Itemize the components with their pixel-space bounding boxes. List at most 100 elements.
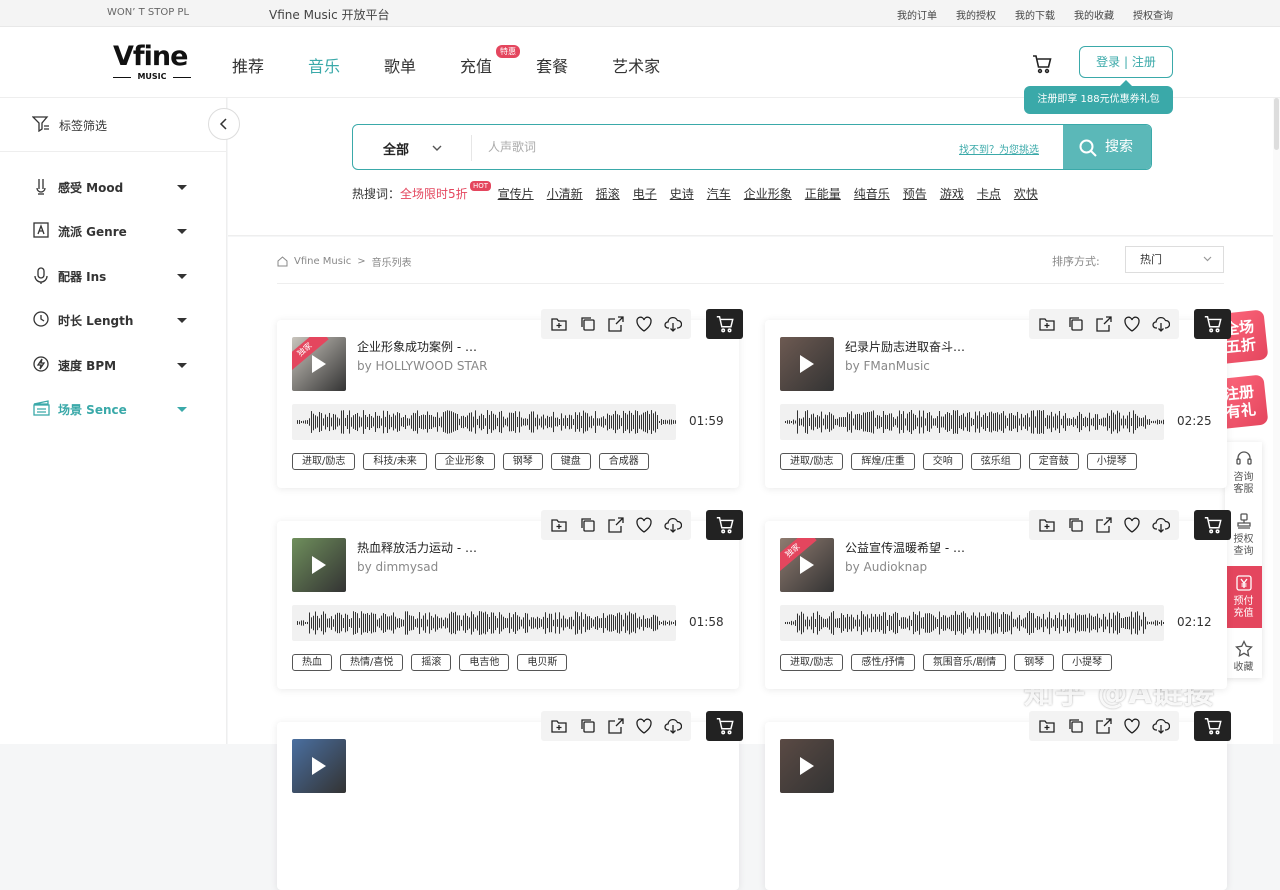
play-icon[interactable] (800, 757, 814, 775)
add-to-cart-button[interactable] (706, 510, 743, 540)
hot-keyword[interactable]: 史诗 (670, 185, 694, 202)
tag-chip[interactable]: 热血 (292, 654, 332, 671)
tag-chip[interactable]: 摇滚 (411, 654, 452, 671)
tag-chip[interactable]: 热情/喜悦 (340, 654, 404, 671)
sidebar-item-length[interactable]: 时长 Length (0, 305, 227, 335)
page-scrollbar[interactable] (1273, 98, 1280, 744)
chevron-down-icon[interactable] (431, 139, 443, 158)
hot-keyword[interactable]: 欢快 (1014, 185, 1038, 202)
favorites-button[interactable]: 收藏 (1225, 632, 1262, 678)
share-icon[interactable] (607, 516, 625, 534)
track-card[interactable] (765, 711, 1231, 890)
my-favorites-link[interactable]: 我的收藏 (1074, 7, 1114, 22)
heart-icon[interactable] (1123, 717, 1141, 735)
heart-icon[interactable] (635, 315, 653, 333)
sidebar-item-genre[interactable]: 流派 Genre (0, 216, 227, 246)
heart-icon[interactable] (635, 717, 653, 735)
waveform[interactable] (780, 404, 1164, 440)
share-icon[interactable] (1095, 717, 1113, 735)
hot-keyword[interactable]: 纯音乐 (854, 185, 890, 202)
tag-chip[interactable]: 钢琴 (502, 453, 543, 470)
search-input[interactable] (488, 125, 928, 169)
tag-chip[interactable]: 企业形象 (434, 453, 495, 470)
tag-chip[interactable]: 钢琴 (1014, 654, 1055, 671)
prepaid-recharge-button[interactable]: 预付充值 (1225, 566, 1262, 628)
play-icon[interactable] (312, 355, 326, 373)
search-button[interactable]: 搜索 (1063, 125, 1151, 169)
hot-keyword[interactable]: 预告 (903, 185, 927, 202)
tag-chip[interactable]: 定音鼓 (1028, 453, 1079, 470)
customer-service-button[interactable]: 咨询客服 (1225, 442, 1262, 504)
track-card[interactable]: 独家 公益宣传温暖希望 - … by Audioknap 02:12 进取/励志 感性/抒… (765, 510, 1231, 689)
hot-keyword[interactable]: 正能量 (805, 185, 841, 202)
add-to-cart-button[interactable] (1194, 309, 1231, 339)
nav-artists[interactable]: 艺术家 (612, 53, 660, 77)
category-select[interactable]: 全部 (383, 139, 409, 158)
add-to-folder-icon[interactable] (1038, 717, 1056, 735)
hot-keyword[interactable]: 游戏 (940, 185, 964, 202)
vfine-logo[interactable]: Vfine MUSIC (113, 43, 191, 83)
hot-keyword[interactable]: 宣传片 (498, 185, 534, 202)
tag-chip[interactable]: 弦乐组 (970, 453, 1021, 470)
sort-select[interactable]: 热门 (1125, 246, 1224, 273)
login-register-button[interactable]: 登录 | 注册 (1079, 46, 1173, 78)
download-cloud-icon[interactable] (664, 315, 682, 333)
copy-icon[interactable] (1067, 315, 1085, 333)
hot-keyword[interactable]: 摇滚 (596, 185, 620, 202)
add-to-cart-button[interactable] (1194, 711, 1231, 741)
download-cloud-icon[interactable] (1152, 315, 1170, 333)
track-artist[interactable]: by FManMusic (845, 359, 930, 373)
open-platform-link[interactable]: Vfine Music 开放平台 (269, 6, 390, 23)
track-cover[interactable]: 独家 (292, 337, 346, 391)
share-icon[interactable] (1095, 315, 1113, 333)
my-orders-link[interactable]: 我的订单 (897, 7, 937, 22)
waveform[interactable] (292, 605, 676, 641)
hot-keyword[interactable]: 汽车 (707, 185, 731, 202)
tag-chip[interactable]: 电贝斯 (517, 654, 568, 671)
nav-packages[interactable]: 套餐 (536, 53, 568, 77)
copy-icon[interactable] (1067, 516, 1085, 534)
now-playing-ticker[interactable]: WON’ T STOP PL (107, 7, 189, 18)
track-artist[interactable]: by HOLLYWOOD STAR (357, 359, 487, 373)
scrollbar-thumb[interactable] (1274, 98, 1279, 150)
track-artist[interactable]: by Audioknap (845, 560, 927, 574)
tag-chip[interactable]: 进取/励志 (292, 453, 356, 470)
tag-chip[interactable]: 键盘 (550, 453, 591, 470)
track-card[interactable] (277, 711, 743, 890)
track-artist[interactable]: by dimmysad (357, 560, 438, 574)
tag-chip[interactable]: 感性/抒情 (851, 654, 915, 671)
copy-icon[interactable] (1067, 717, 1085, 735)
waveform[interactable] (780, 605, 1164, 641)
share-icon[interactable] (1095, 516, 1113, 534)
heart-icon[interactable] (1123, 516, 1141, 534)
download-cloud-icon[interactable] (1152, 717, 1170, 735)
nav-recommend[interactable]: 推荐 (232, 53, 264, 77)
track-cover[interactable] (292, 538, 346, 592)
my-downloads-link[interactable]: 我的下载 (1015, 7, 1055, 22)
track-card[interactable]: 热血释放活力运动 - … by dimmysad 01:58 热血 热情/喜悦 摇滚 电吉他… (277, 510, 743, 689)
cart-icon[interactable] (1031, 53, 1053, 75)
track-title[interactable]: 纪录片励志进取奋斗… (845, 338, 965, 355)
add-to-cart-button[interactable] (706, 711, 743, 741)
license-lookup-link[interactable]: 授权查询 (1133, 7, 1173, 22)
tag-chip[interactable]: 小提琴 (1086, 453, 1137, 470)
copy-icon[interactable] (579, 717, 597, 735)
track-cover[interactable] (292, 739, 346, 793)
download-cloud-icon[interactable] (1152, 516, 1170, 534)
play-icon[interactable] (800, 556, 814, 574)
share-icon[interactable] (607, 717, 625, 735)
copy-icon[interactable] (579, 315, 597, 333)
heart-icon[interactable] (635, 516, 653, 534)
collapse-sidebar-button[interactable] (208, 108, 240, 140)
download-cloud-icon[interactable] (664, 516, 682, 534)
my-licenses-link[interactable]: 我的授权 (956, 7, 996, 22)
tag-chip[interactable]: 氛围音乐/剧情 (922, 654, 1007, 671)
play-icon[interactable] (800, 355, 814, 373)
track-cover[interactable] (780, 337, 834, 391)
add-to-cart-button[interactable] (706, 309, 743, 339)
add-to-folder-icon[interactable] (550, 516, 568, 534)
play-icon[interactable] (312, 757, 326, 775)
promo-link[interactable]: 全场限时5折 HOT (400, 181, 492, 202)
sidebar-item-instruments[interactable]: 配器 Ins (0, 261, 227, 291)
track-title[interactable]: 热血释放活力运动 - … (357, 539, 477, 556)
